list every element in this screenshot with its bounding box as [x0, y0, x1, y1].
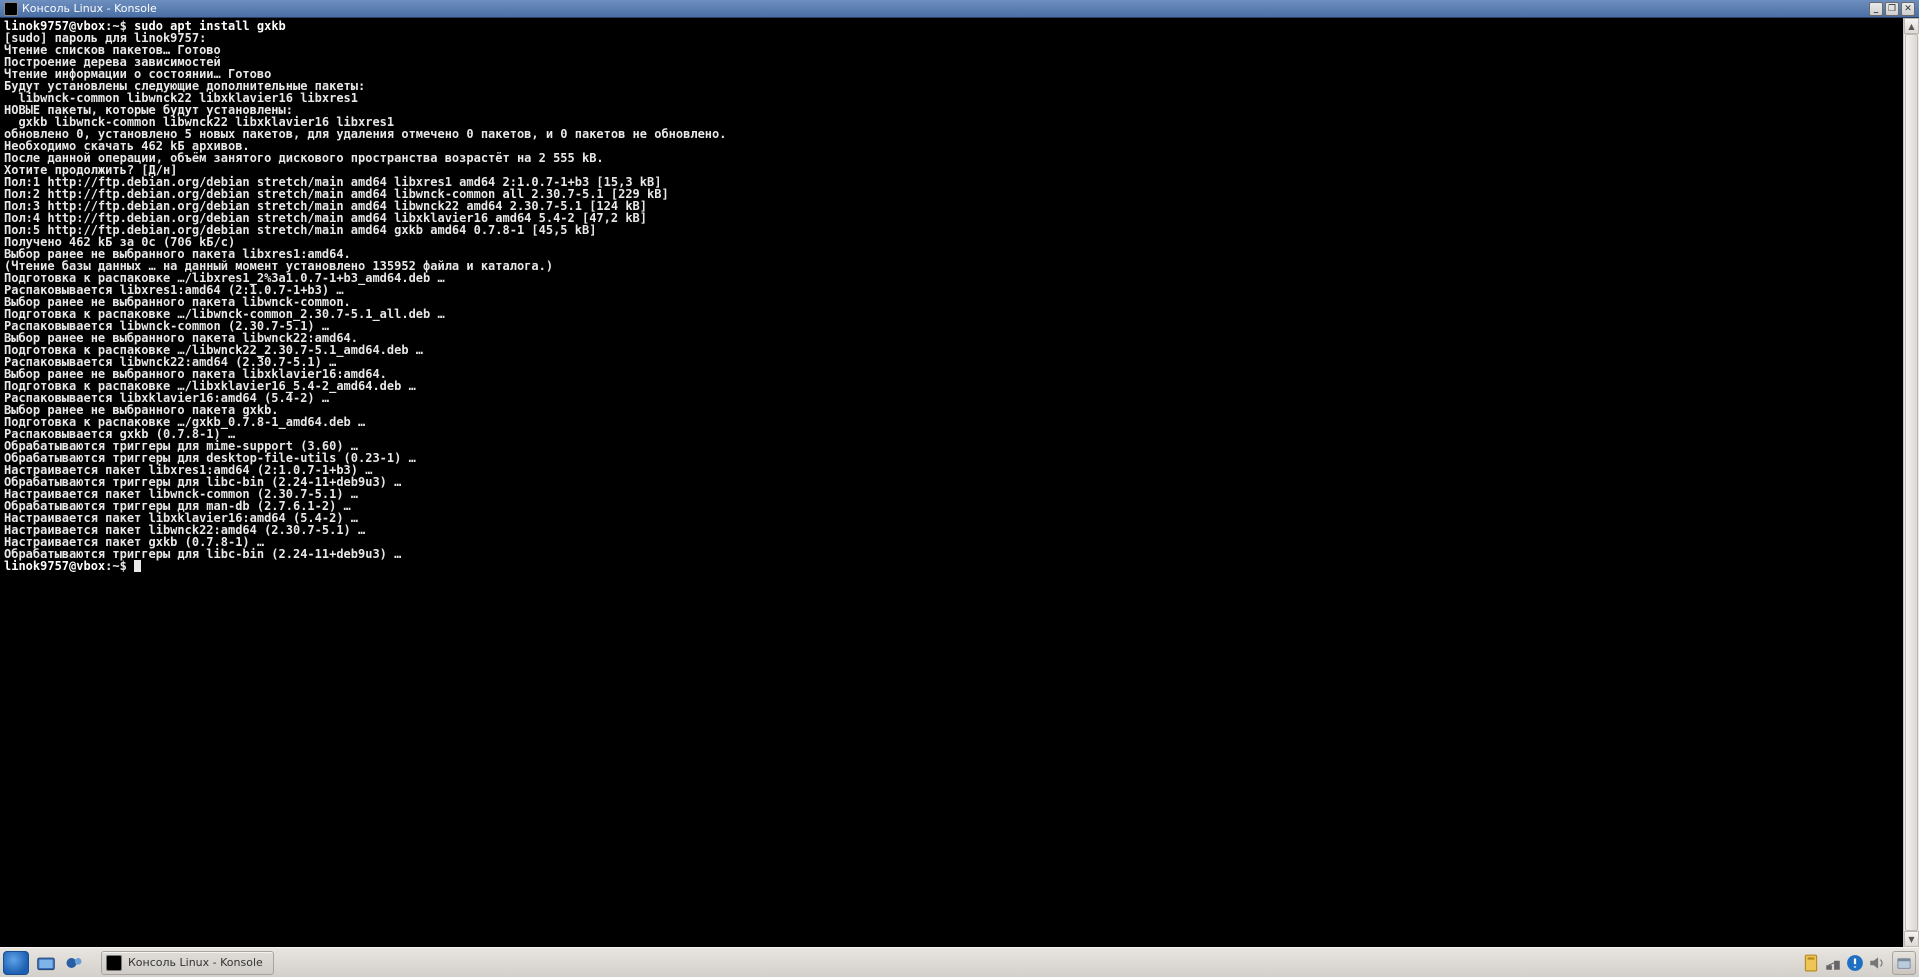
- window-titlebar: Консоль Linux - Konsole _ ❐ ✕: [0, 0, 1919, 18]
- system-tray: [1802, 954, 1888, 972]
- window-title: Консоль Linux - Konsole: [22, 2, 1867, 15]
- maximize-button[interactable]: ❐: [1885, 2, 1899, 16]
- terminal[interactable]: linok9757@vbox:~$ sudo apt install gxkb …: [0, 18, 1903, 947]
- scroll-track[interactable]: [1904, 34, 1919, 931]
- scroll-up-button[interactable]: ▲: [1904, 18, 1919, 34]
- updates-tray-icon[interactable]: [1846, 954, 1864, 972]
- network-tray-icon[interactable]: [1824, 954, 1842, 972]
- volume-tray-icon[interactable]: [1868, 954, 1886, 972]
- show-desktop-button[interactable]: [1892, 951, 1916, 975]
- terminal-container: linok9757@vbox:~$ sudo apt install gxkb …: [0, 18, 1919, 947]
- start-menu-button[interactable]: [3, 951, 29, 975]
- taskbar: Консоль Linux - Konsole: [0, 947, 1919, 977]
- scrollbar[interactable]: ▲ ▼: [1903, 18, 1919, 947]
- konsole-icon: [106, 955, 122, 971]
- quick-launch-icon[interactable]: [63, 952, 85, 974]
- taskbar-item-label: Консоль Linux - Konsole: [128, 956, 263, 969]
- minimize-button[interactable]: _: [1869, 2, 1883, 16]
- app-icon: [4, 2, 18, 16]
- scroll-thumb[interactable]: [1905, 34, 1918, 931]
- scroll-down-button[interactable]: ▼: [1904, 931, 1919, 947]
- show-desktop-icon[interactable]: [35, 952, 57, 974]
- clipboard-tray-icon[interactable]: [1802, 954, 1820, 972]
- close-button[interactable]: ✕: [1901, 2, 1915, 16]
- taskbar-item-konsole[interactable]: Консоль Linux - Konsole: [101, 951, 274, 975]
